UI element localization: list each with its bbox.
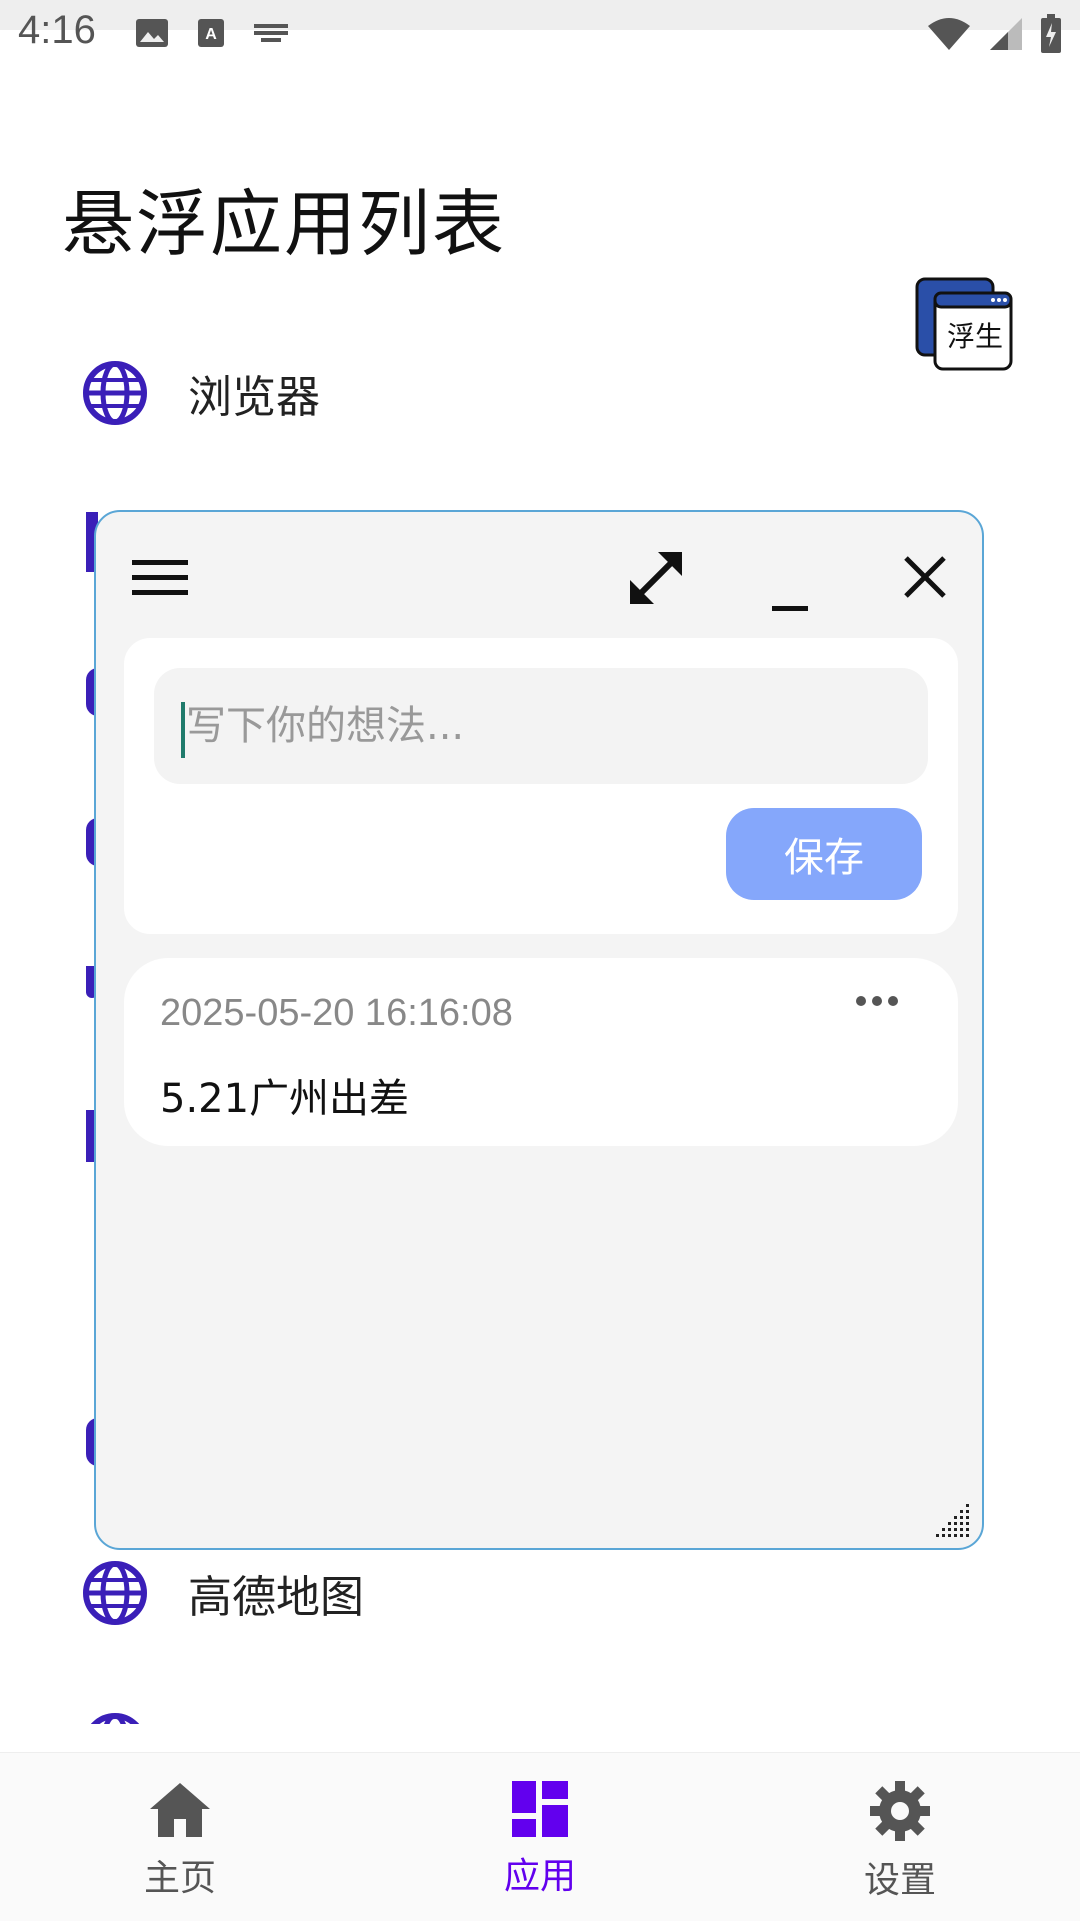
nav-item-home[interactable]: 主页 [90,1781,270,1901]
globe-icon [90,1713,140,1724]
note-entry[interactable]: 2025-05-20 16:16:08 5.21广州出差 [124,958,958,1146]
nav-label: 设置 [863,1860,936,1901]
wifi-icon [928,18,970,50]
floating-window[interactable]: 保存 2025-05-20 16:16:08 5.21广州出差 [94,510,984,1550]
partial-app-icon [82,1712,148,1724]
note-input[interactable] [154,668,928,784]
battery-charging-icon [1041,14,1061,53]
note-compose-card: 保存 [124,638,958,934]
bottom-nav: 主页 应用 设置 [0,1752,1080,1921]
note-entry-timestamp: 2025-05-20 16:16:08 [160,992,513,1034]
app-item-label: 高德地图 [188,1572,364,1623]
globe-icon [83,1561,147,1625]
menu-icon[interactable] [132,558,188,598]
app-item-amap[interactable]: 高德地图 [82,1558,364,1628]
nav-item-apps[interactable]: 应用 [450,1781,630,1899]
status-right-icons [926,14,1062,54]
nav-item-settings[interactable]: 设置 [810,1781,990,1903]
image-icon [136,19,168,47]
app-item-label: 浏览器 [188,372,320,423]
nav-label: 应用 [503,1856,576,1897]
status-left-icons: A [135,18,289,48]
signal-icon [990,18,1022,50]
page-title: 悬浮应用列表 [62,182,507,266]
note-entry-text: 5.21广州出差 [160,1076,410,1122]
minimize-icon[interactable] [770,556,810,616]
globe-icon [83,361,147,425]
float-app-badge-label: 浮生 [946,320,1003,353]
gear-icon [870,1781,930,1841]
text-caret [181,702,185,758]
text-icon: A [198,19,224,47]
floating-window-toolbar[interactable] [96,512,982,622]
close-icon[interactable] [902,554,948,600]
nav-label: 主页 [143,1858,216,1899]
svg-text:A: A [205,26,217,43]
app-item-browser[interactable]: 浏览器 [82,358,320,428]
status-time: 4:16 [18,8,96,52]
home-icon [150,1783,210,1837]
resize-handle-icon[interactable] [936,1502,972,1538]
save-button[interactable]: 保存 [726,808,922,900]
float-app-badge[interactable]: 浮生 [915,277,1015,377]
keyboard-icon [254,24,288,42]
expand-icon[interactable] [626,548,686,608]
dashboard-icon [512,1781,568,1837]
more-options-icon[interactable] [854,994,900,1008]
